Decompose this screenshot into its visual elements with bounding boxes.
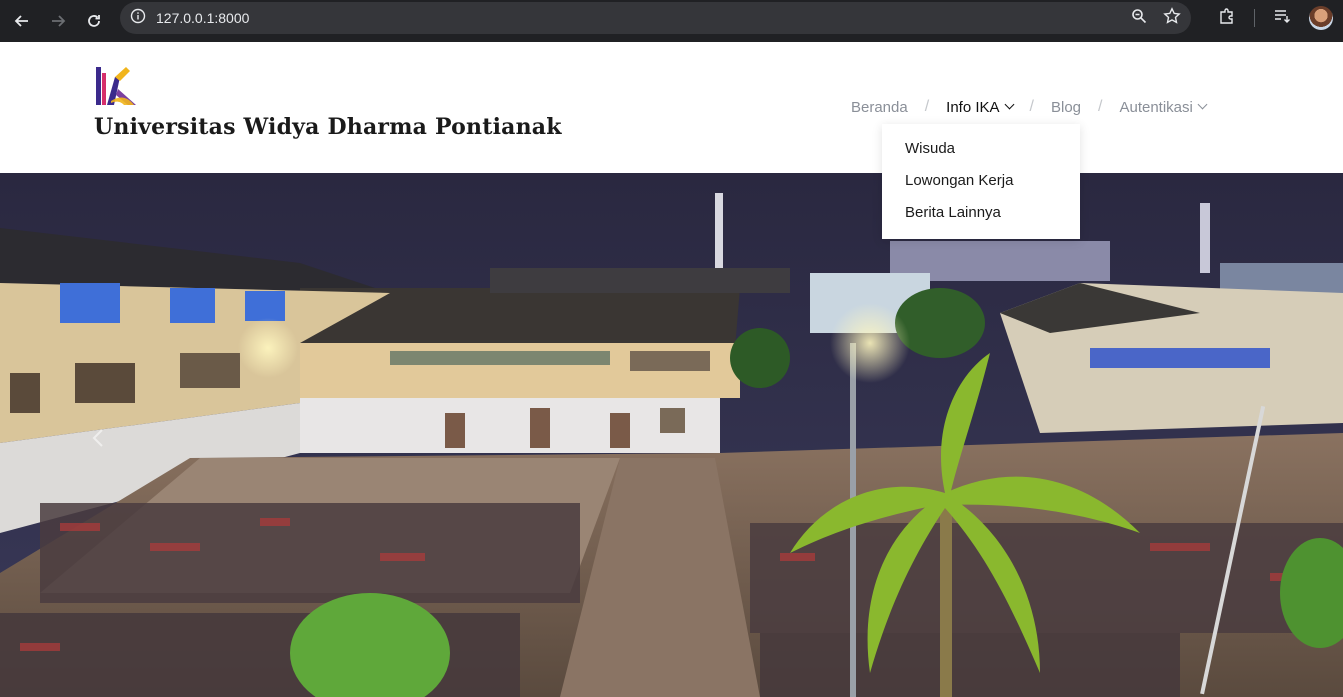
address-bar[interactable]: 127.0.0.1:8000 (120, 2, 1191, 34)
profile-avatar[interactable] (1309, 6, 1333, 30)
menu-item-info-ika[interactable]: Info IKA (946, 98, 1014, 116)
bookmark-star-icon[interactable] (1163, 7, 1181, 29)
menu-label: Autentikasi (1119, 98, 1193, 116)
dropdown-item-wisuda[interactable]: Wisuda (882, 139, 1080, 171)
menu-label: Beranda (851, 98, 908, 116)
site-info-icon[interactable] (130, 8, 146, 28)
forward-icon[interactable] (40, 3, 76, 39)
carousel-prev-icon[interactable] (92, 428, 108, 452)
toolbar-divider (1254, 9, 1255, 27)
menu-label: Info IKA (946, 98, 1000, 116)
url-text: 127.0.0.1:8000 (156, 10, 250, 26)
campus-night-photo (0, 173, 1343, 697)
site-header: Universitas Widya Dharma Pontianak Beran… (0, 42, 1343, 173)
browser-toolbar: 127.0.0.1:8000 (0, 0, 1343, 42)
dropdown-item-lowongan-kerja[interactable]: Lowongan Kerja (882, 171, 1080, 203)
zoom-icon[interactable] (1131, 8, 1147, 28)
menu-item-autentikasi[interactable]: Autentikasi (1119, 98, 1208, 116)
dropdown-item-berita-lainnya[interactable]: Berita Lainnya (882, 203, 1080, 235)
menu-item-beranda[interactable]: Beranda (851, 99, 908, 116)
menu-separator: / (924, 98, 930, 115)
back-icon[interactable] (4, 3, 40, 39)
chevron-down-icon (1197, 99, 1208, 110)
hero-banner (0, 173, 1343, 697)
site-title[interactable]: Universitas Widya Dharma Pontianak (94, 114, 562, 140)
menu-label: Blog (1051, 98, 1082, 116)
extensions-icon[interactable] (1218, 7, 1236, 29)
info-ika-dropdown: Wisuda Lowongan Kerja Berita Lainnya (882, 124, 1080, 239)
menu-separator: / (1098, 98, 1103, 115)
chevron-down-icon (1004, 99, 1014, 110)
menu-item-blog[interactable]: Blog (1051, 99, 1081, 116)
menu-separator: / (1029, 98, 1034, 115)
main-menu: Beranda / Info IKA / Blog / Autentikasi (851, 98, 1208, 116)
reload-icon[interactable] (76, 3, 112, 39)
ika-logo[interactable] (94, 65, 138, 109)
reading-list-icon[interactable] (1273, 7, 1291, 29)
